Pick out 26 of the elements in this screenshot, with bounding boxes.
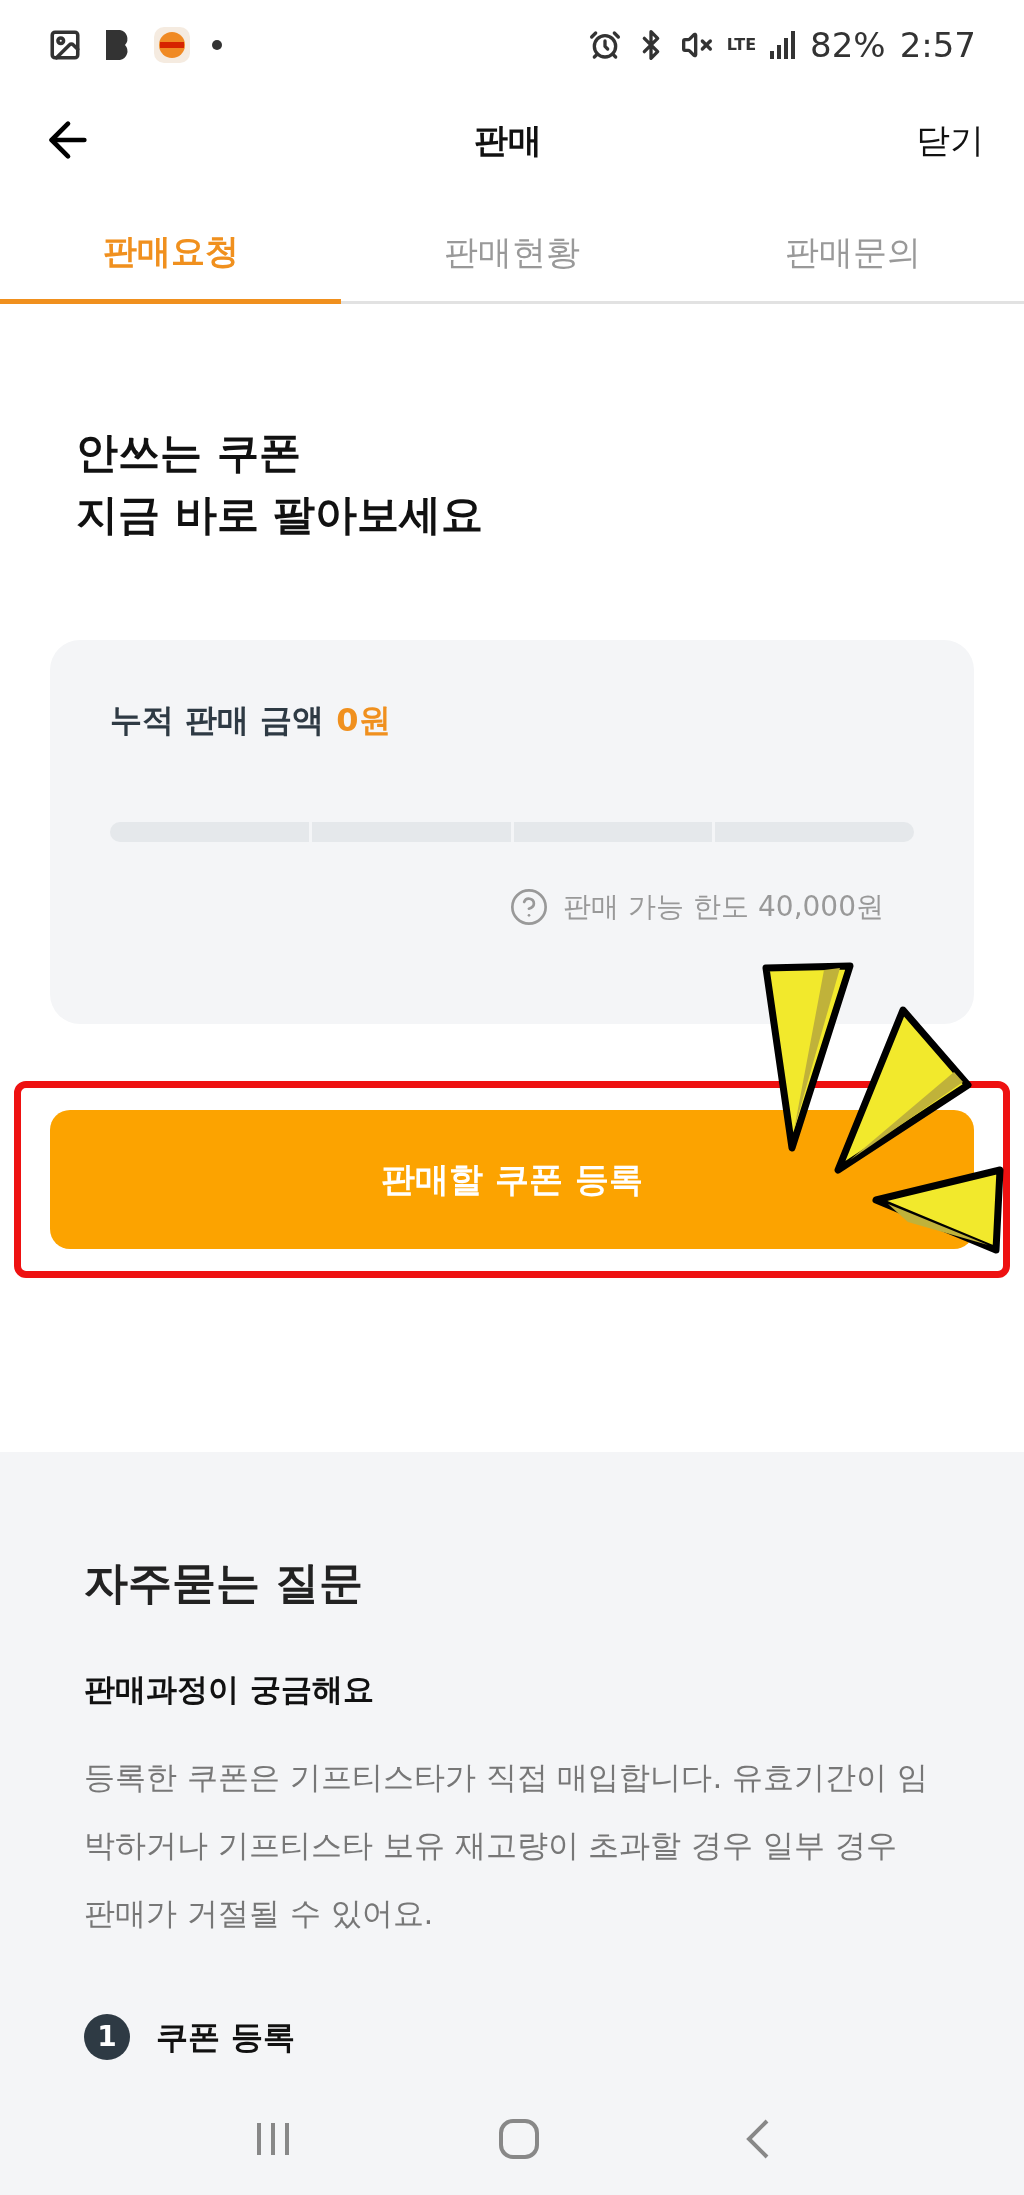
total-sales-label: 누적 판매 금액 [110, 700, 325, 741]
faq-answer: 등록한 쿠폰은 기프티스타가 직접 매입합니다. 유효기간이 임박하거나 기프티스타 보유 재고량이 초과할 경우 일부 경우 판매가 거절될 수 있어요. [84, 1757, 929, 1933]
step-label: 쿠폰 등록 [156, 2016, 296, 2058]
step-number: 1 [84, 2013, 130, 2060]
faq-title: 자주묻는 질문 [84, 1556, 365, 1610]
app-icon [154, 27, 190, 63]
close-button[interactable]: 닫기 [916, 114, 984, 166]
gallery-icon [48, 28, 82, 62]
dot-icon [212, 40, 222, 50]
home-icon[interactable] [498, 2118, 540, 2160]
alarm-icon [588, 29, 621, 61]
tab[interactable]: 판매문의 [682, 204, 1024, 301]
tab[interactable]: 판매요청 [0, 204, 342, 304]
battery-text: 82% [810, 23, 886, 67]
total-sales-amount: 0원 [336, 700, 391, 741]
headline-text: 안쓰는 쿠폰 [76, 427, 302, 479]
sales-limit-text: 판매 가능 한도 40,000원 [563, 889, 884, 925]
tab[interactable]: 판매현황 [341, 204, 683, 301]
network-label: LTE [726, 37, 757, 53]
clock-time: 2:57 [899, 23, 976, 67]
faq-question: 판매과정이 궁금해요 [84, 1670, 375, 1709]
help-icon [509, 887, 550, 927]
register-coupon-button[interactable]: 판매할 쿠폰 등록 [50, 1110, 974, 1249]
page-title: 판매 [474, 118, 542, 162]
signal-icon [770, 31, 797, 59]
headline-text: 지금 바로 팔아보세요 [76, 489, 485, 541]
